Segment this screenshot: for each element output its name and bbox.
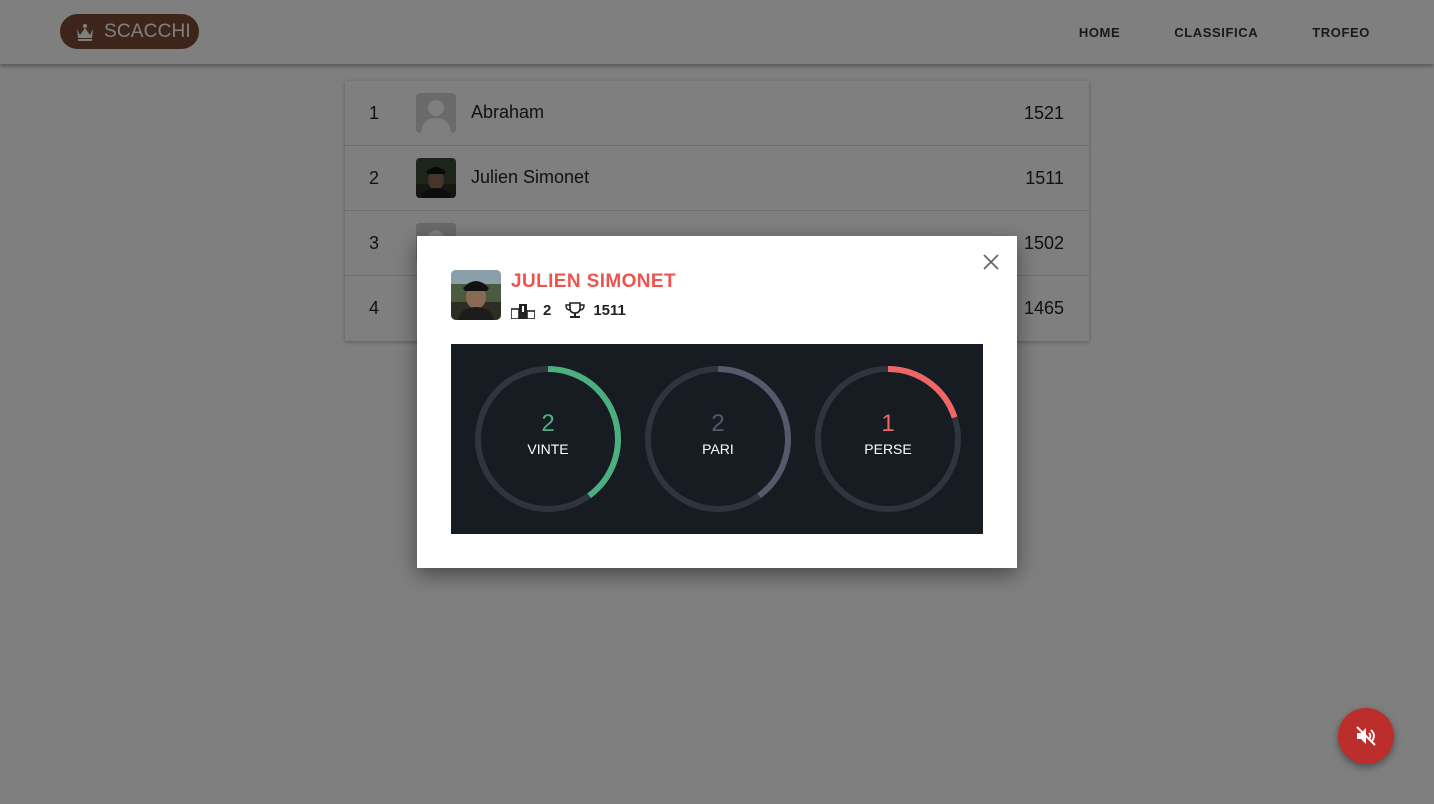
trophy-icon [565, 302, 586, 318]
stats-panel: 2 VINTE 2 PARI 1 PERSE [451, 344, 983, 534]
stat-ring [645, 366, 791, 512]
stat-label: PERSE [864, 441, 912, 457]
player-score: 1511 [593, 302, 626, 319]
player-rank: 2 [543, 302, 552, 319]
player-name-heading: JULIEN SIMONET [511, 271, 677, 292]
volume-off-icon [1356, 726, 1376, 746]
close-icon[interactable] [983, 254, 999, 270]
stat-losses: 1 PERSE [811, 362, 965, 516]
stat-label: VINTE [527, 441, 569, 457]
player-meta: 2 1511 [511, 302, 640, 319]
stat-wins: 2 VINTE [471, 362, 625, 516]
stat-label: PARI [702, 441, 734, 457]
player-modal: JULIEN SIMONET 2 1511 2 VINTE 2 PARI 1 P… [417, 236, 1017, 568]
stat-value: 2 [711, 410, 725, 437]
stat-value: 1 [881, 410, 895, 437]
stat-ring [815, 366, 961, 512]
stat-draws: 2 PARI [641, 362, 795, 516]
stat-ring [475, 366, 621, 512]
mute-button[interactable] [1338, 708, 1394, 764]
stat-value: 2 [541, 410, 555, 437]
podium-icon [511, 303, 535, 319]
avatar [451, 270, 501, 320]
